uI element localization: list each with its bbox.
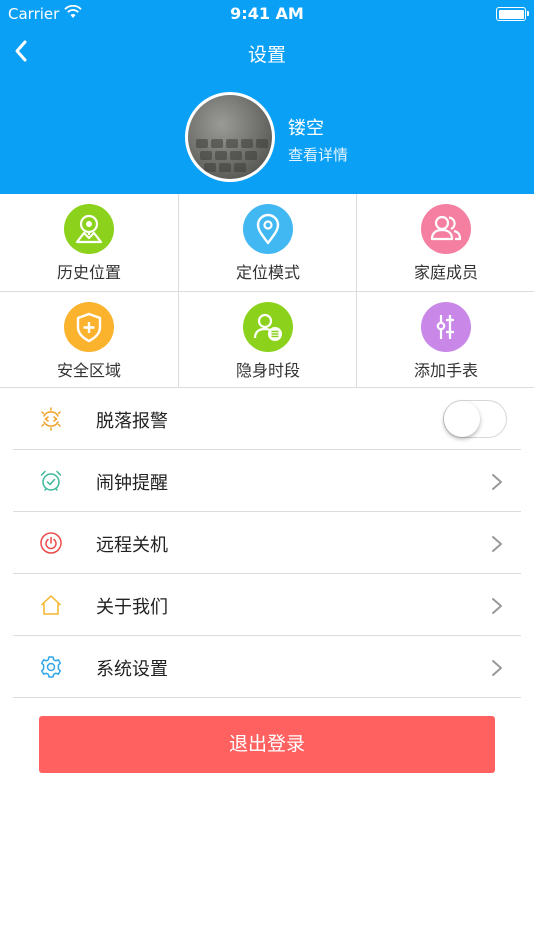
grid-item-add-watch[interactable]: 添加手表 [356, 291, 534, 388]
grid-item-location-mode[interactable]: 定位模式 [178, 194, 356, 291]
user-list-icon [243, 302, 293, 352]
avatar-photo [196, 139, 268, 172]
chevron-right-icon [492, 598, 502, 614]
map-pin-mountain-icon [64, 204, 114, 254]
avatar[interactable] [185, 92, 275, 182]
feature-grid: 历史位置 定位模式 家庭成员 安全区域 隐身时段 添加手表 [0, 194, 534, 388]
family-members-icon [421, 204, 471, 254]
gear-icon [40, 656, 62, 678]
list-item-about-us[interactable]: 关于我们 [13, 574, 521, 636]
grid-item-history-location[interactable]: 历史位置 [0, 194, 178, 291]
alarm-reminder-label: 闹钟提醒 [96, 473, 168, 494]
chevron-right-icon [492, 474, 502, 490]
grid-item-safe-zone[interactable]: 安全区域 [0, 291, 178, 388]
user-name: 镂空 [288, 118, 324, 139]
settings-list: 脱落报警 闹钟提醒 远程关机 关于我们 系统设置 [13, 388, 521, 698]
remote-shutdown-label: 远程关机 [96, 535, 168, 556]
list-item-system-settings[interactable]: 系统设置 [13, 636, 521, 698]
view-details-link[interactable]: 查看详情 [288, 144, 348, 165]
alarm-clock-icon [40, 470, 62, 491]
list-item-remote-shutdown[interactable]: 远程关机 [13, 512, 521, 574]
status-bar: Carrier 9:41 AM [0, 0, 534, 28]
shield-plus-icon [64, 302, 114, 352]
grid-item-label: 家庭成员 [413, 263, 478, 282]
grid-item-label: 定位模式 [235, 263, 300, 282]
about-us-label: 关于我们 [96, 597, 168, 618]
grid-item-label: 隐身时段 [235, 361, 300, 380]
system-settings-label: 系统设置 [96, 659, 168, 680]
profile-header: 设置 镂空 查看详情 [0, 28, 534, 194]
grid-item-family-members[interactable]: 家庭成员 [356, 194, 534, 291]
grid-item-label: 安全区域 [56, 361, 121, 380]
battery-icon [496, 7, 529, 21]
grid-item-stealth-period[interactable]: 隐身时段 [178, 291, 356, 388]
chevron-right-icon [492, 660, 502, 676]
logout-button[interactable]: 退出登录 [39, 716, 495, 773]
home-icon [40, 595, 62, 615]
grid-item-label: 历史位置 [56, 263, 121, 282]
fall-alarm-toggle[interactable] [443, 400, 507, 438]
sensor-icon [41, 407, 61, 431]
fall-alarm-label: 脱落报警 [96, 411, 168, 432]
chevron-right-icon [492, 536, 502, 552]
sliders-plus-icon [421, 302, 471, 352]
power-icon [40, 532, 62, 554]
clock: 9:41 AM [230, 4, 304, 23]
page-title: 设置 [247, 44, 286, 66]
list-item-fall-alarm: 脱落报警 [13, 388, 521, 450]
grid-item-label: 添加手表 [413, 361, 478, 380]
location-pin-icon [243, 204, 293, 254]
list-item-alarm-reminder[interactable]: 闹钟提醒 [13, 450, 521, 512]
